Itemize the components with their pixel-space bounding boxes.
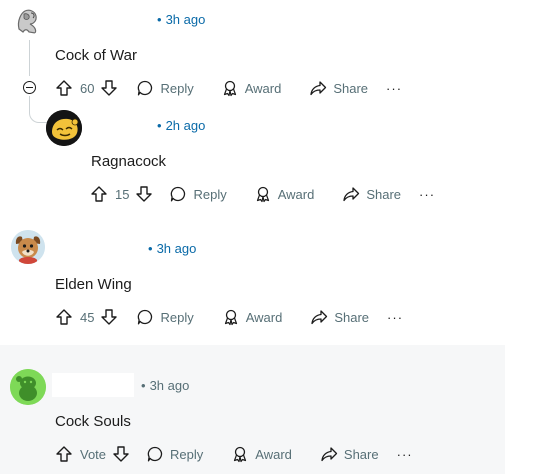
avatar[interactable] (11, 230, 45, 264)
comment-actions: Vote Reply Award Share ··· (55, 441, 413, 467)
timestamp: • 3h ago (157, 12, 206, 27)
more-options-button[interactable]: ··· (419, 181, 435, 207)
award-button[interactable]: Award (222, 304, 282, 330)
downvote-button[interactable] (100, 304, 118, 330)
upvote-icon (91, 186, 107, 202)
username-redacted (51, 236, 143, 258)
thread-line (29, 40, 30, 76)
comment-text: Elden Wing (55, 276, 132, 293)
upvote-button[interactable] (55, 304, 73, 330)
comment-actions: 15 Reply Award Share ··· (90, 181, 435, 207)
comment-text: Cock of War (55, 47, 137, 64)
downvote-icon (113, 446, 129, 462)
upvote-icon (56, 309, 72, 325)
vote-label: Vote (80, 446, 107, 462)
award-icon (224, 309, 237, 326)
more-options-button[interactable]: ··· (397, 441, 413, 467)
more-options-button[interactable]: ··· (387, 304, 403, 330)
upvote-button[interactable] (55, 75, 73, 101)
username-redacted (88, 114, 152, 136)
reply-button[interactable]: Reply (169, 181, 227, 207)
share-button[interactable]: Share (342, 181, 401, 207)
share-button[interactable]: Share (310, 304, 369, 330)
timestamp: • 3h ago (148, 241, 197, 256)
reply-button[interactable]: Reply (146, 441, 203, 467)
username-redacted (52, 373, 134, 397)
share-icon (311, 310, 328, 325)
award-icon (234, 446, 247, 463)
silver-chrome-avatar-icon (17, 9, 37, 34)
award-button[interactable]: Award (231, 441, 292, 467)
reply-icon (147, 446, 163, 462)
share-button[interactable]: Share (320, 441, 379, 467)
award-icon (256, 186, 269, 203)
share-icon (343, 187, 360, 202)
reply-icon (138, 309, 153, 325)
downvote-button[interactable] (135, 181, 153, 207)
avatar[interactable] (10, 369, 46, 405)
timestamp: • 2h ago (157, 118, 206, 133)
upvote-icon (56, 80, 72, 96)
comment-actions: 45 Reply Award Share ··· (55, 304, 403, 330)
vote-count: 15 (115, 186, 130, 202)
upvote-icon (56, 446, 72, 462)
reply-connector (29, 96, 50, 123)
share-button[interactable]: Share (309, 75, 368, 101)
timestamp: • 3h ago (141, 378, 190, 393)
downvote-icon (136, 186, 153, 202)
vote-count: 45 (80, 309, 95, 325)
green-snoo-avatar-icon (10, 369, 46, 405)
downvote-button[interactable] (112, 441, 130, 467)
reply-icon (138, 80, 153, 96)
comment-actions: 60 Reply Award Share ··· (55, 75, 402, 101)
yellow-cartoon-avatar-icon (46, 110, 82, 146)
award-icon (223, 80, 236, 97)
vote-count: 60 (80, 80, 95, 96)
comment-text: Cock Souls (55, 413, 131, 430)
reply-button[interactable]: Reply (136, 75, 194, 101)
reply-icon (171, 186, 186, 202)
downvote-button[interactable] (100, 75, 118, 101)
award-button[interactable]: Award (254, 181, 314, 207)
collapse-thread-button[interactable] (23, 81, 36, 94)
comment-text: Ragnacock (91, 153, 167, 170)
reply-button[interactable]: Reply (136, 304, 194, 330)
avatar[interactable] (13, 5, 43, 35)
dog-avatar-icon (11, 230, 45, 264)
upvote-button[interactable] (90, 181, 108, 207)
award-button[interactable]: Award (221, 75, 281, 101)
avatar[interactable] (46, 110, 82, 146)
username-redacted (49, 8, 151, 28)
more-options-button[interactable]: ··· (386, 75, 402, 101)
downvote-icon (101, 309, 118, 325)
share-icon (321, 447, 338, 462)
share-icon (310, 81, 327, 96)
downvote-icon (101, 80, 118, 96)
upvote-button[interactable] (55, 441, 73, 467)
